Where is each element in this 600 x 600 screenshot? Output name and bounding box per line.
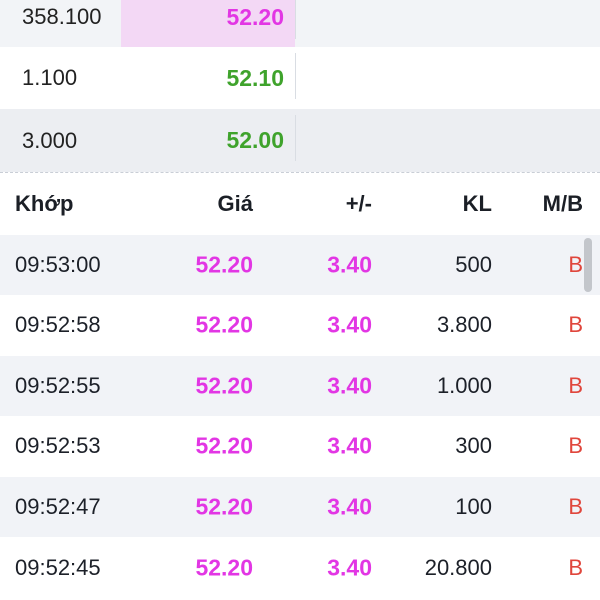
trade-time: 09:53:00 (15, 252, 101, 277)
trade-volume: 20.800 (424, 555, 492, 580)
trade-side: B (568, 433, 583, 458)
trade-change: 3.40 (327, 493, 372, 520)
trade-time: 09:52:53 (15, 433, 101, 458)
bid-volume: 358.100 (22, 4, 102, 29)
trade-change: 3.40 (327, 251, 372, 278)
trade-volume: 1.000 (436, 373, 492, 398)
header-change: +/- (345, 191, 372, 216)
trades-header: Khớp Giá +/- KL M/B (0, 174, 600, 234)
trade-volume: 300 (455, 433, 492, 458)
trade-row[interactable]: 09:52:55 52.20 3.40 1.000 B (0, 356, 600, 416)
trade-time: 09:52:45 (15, 555, 101, 580)
trade-change: 3.40 (327, 311, 372, 338)
column-divider (295, 115, 296, 161)
section-divider (0, 172, 600, 173)
trade-volume: 3.800 (436, 312, 492, 337)
trade-row[interactable]: 09:52:47 52.20 3.40 100 B (0, 477, 600, 537)
bid-price: 52.10 (226, 64, 284, 91)
trade-time: 09:52:55 (15, 373, 101, 398)
trade-price: 52.20 (195, 372, 253, 399)
trade-change: 3.40 (327, 432, 372, 459)
trade-row[interactable]: 09:52:58 52.20 3.40 3.800 B (0, 295, 600, 355)
scrollbar-thumb[interactable] (584, 238, 592, 292)
header-time: Khớp (15, 191, 74, 216)
trade-price: 52.20 (195, 493, 253, 520)
trade-price: 52.20 (195, 432, 253, 459)
trade-side: B (568, 252, 583, 277)
trade-side: B (568, 312, 583, 337)
column-divider (295, 53, 296, 99)
trade-row[interactable]: 09:52:45 52.20 3.40 20.800 B (0, 538, 600, 598)
trade-row[interactable]: 09:53:00 52.20 3.40 500 B (0, 235, 600, 295)
trade-time: 09:52:47 (15, 494, 101, 519)
column-divider (295, 0, 296, 39)
order-book-row[interactable]: 1.100 52.10 (0, 47, 600, 109)
trade-price: 52.20 (195, 554, 253, 581)
bid-price: 52.00 (226, 127, 284, 153)
trade-side: B (568, 555, 583, 580)
trade-change: 3.40 (327, 372, 372, 399)
header-price: Giá (217, 191, 253, 216)
bid-volume: 3.000 (22, 127, 78, 153)
trade-change: 3.40 (327, 554, 372, 581)
trade-row[interactable]: 09:52:53 52.20 3.40 300 B (0, 416, 600, 476)
bid-volume: 1.100 (22, 65, 78, 90)
trade-side: B (568, 373, 583, 398)
trade-price: 52.20 (195, 311, 253, 338)
trade-time: 09:52:58 (15, 312, 101, 337)
trade-volume: 500 (455, 252, 492, 277)
bid-price: 52.20 (226, 3, 284, 30)
order-book-row[interactable]: 3.000 52.00 (0, 109, 600, 172)
trade-price: 52.20 (195, 251, 253, 278)
trade-volume: 100 (455, 494, 492, 519)
order-book-row[interactable]: 358.100 52.20 (0, 0, 600, 47)
header-volume: KL (462, 191, 492, 216)
header-side: M/B (542, 191, 583, 216)
trade-side: B (568, 494, 583, 519)
